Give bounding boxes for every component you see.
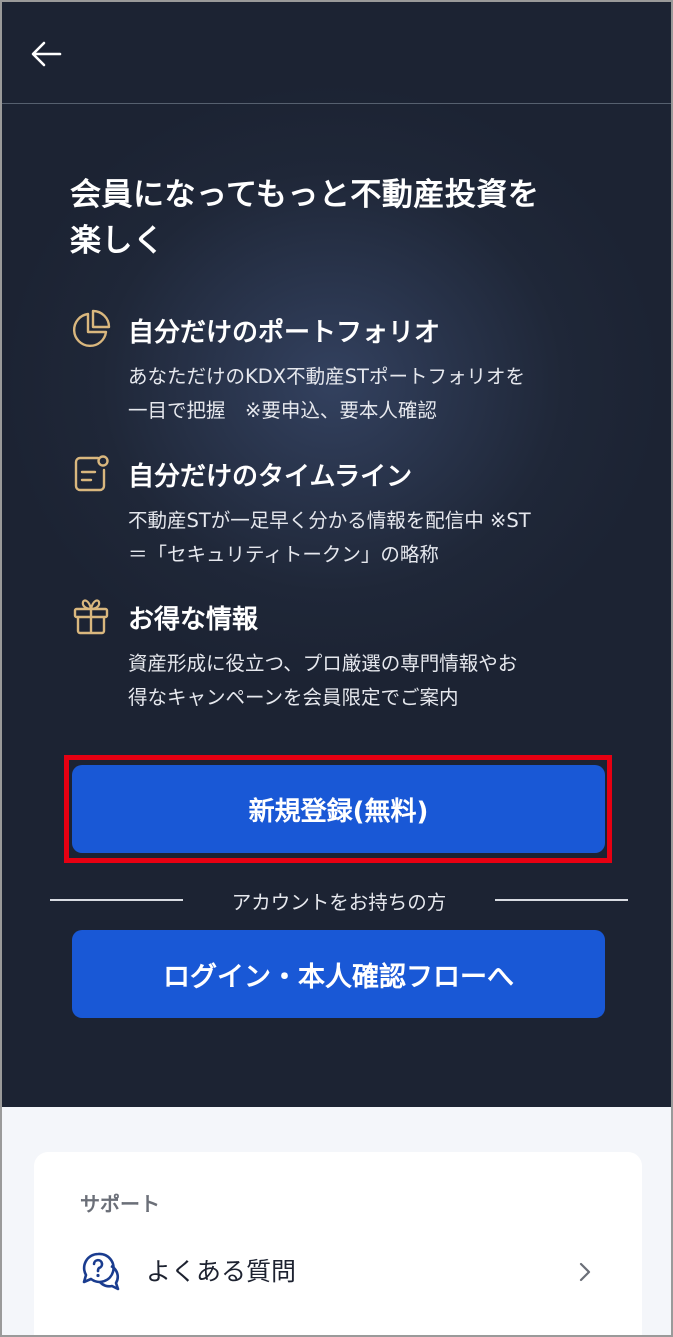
- app-screen: 会員になってもっと不動産投資を 楽しく 自分だけのポートフォリオ あなただけのK…: [0, 0, 673, 1337]
- faq-label: よくある質問: [146, 1257, 297, 1286]
- account-divider: アカウントをお持ちの方: [50, 886, 628, 916]
- chevron-right-icon: [579, 1262, 591, 1282]
- question-chat-icon: [82, 1252, 120, 1291]
- headline-line-2: 楽しく: [70, 223, 165, 259]
- arrow-left-icon: [31, 41, 62, 67]
- feature-description-line-1: あなただけのKDX不動産STポートフォリオを: [128, 365, 525, 388]
- feature-description: 資産形成に役立つ、プロ厳選の専門情報やお 得なキャンペーンを会員限定でご案内: [128, 647, 608, 715]
- headline-line-1: 会員になってもっと不動産投資を: [70, 177, 540, 213]
- top-bar: [2, 2, 671, 104]
- feature-description-line-1: 資産形成に役立つ、プロ厳選の専門情報やお: [128, 652, 518, 675]
- pie-chart-icon: [72, 309, 111, 348]
- divider-line-right: [495, 899, 628, 901]
- feature-description-line-2: 一目で把握 ※要申込、要本人確認: [128, 399, 437, 422]
- back-button[interactable]: [24, 32, 68, 76]
- support-card: サポート よくある質問: [34, 1152, 642, 1335]
- hero-section: 会員になってもっと不動産投資を 楽しく 自分だけのポートフォリオ あなただけのK…: [2, 2, 671, 1107]
- notification-document-icon: [74, 455, 109, 492]
- login-button[interactable]: ログイン・本人確認フローへ: [72, 930, 605, 1018]
- support-title: サポート: [80, 1192, 160, 1216]
- gift-icon: [73, 599, 109, 635]
- faq-link[interactable]: よくある質問: [34, 1242, 642, 1310]
- page-headline: 会員になってもっと不動産投資を 楽しく: [70, 172, 610, 264]
- feature-title: 自分だけのタイムライン: [128, 462, 413, 492]
- feature-description: 不動産STが一足早く分かる情報を配信中 ※ST ＝「セキュリティトークン」の略称: [128, 504, 608, 572]
- feature-description-line-1: 不動産STが一足早く分かる情報を配信中 ※ST: [128, 509, 531, 532]
- register-button[interactable]: 新規登録(無料): [72, 765, 605, 853]
- feature-title: 自分だけのポートフォリオ: [128, 318, 441, 348]
- feature-description: あなただけのKDX不動産STポートフォリオを 一目で把握 ※要申込、要本人確認: [128, 360, 608, 428]
- feature-description-line-2: 得なキャンペーンを会員限定でご案内: [128, 686, 459, 709]
- feature-title: お得な情報: [128, 605, 259, 635]
- feature-description-line-2: ＝「セキュリティトークン」の略称: [128, 543, 439, 566]
